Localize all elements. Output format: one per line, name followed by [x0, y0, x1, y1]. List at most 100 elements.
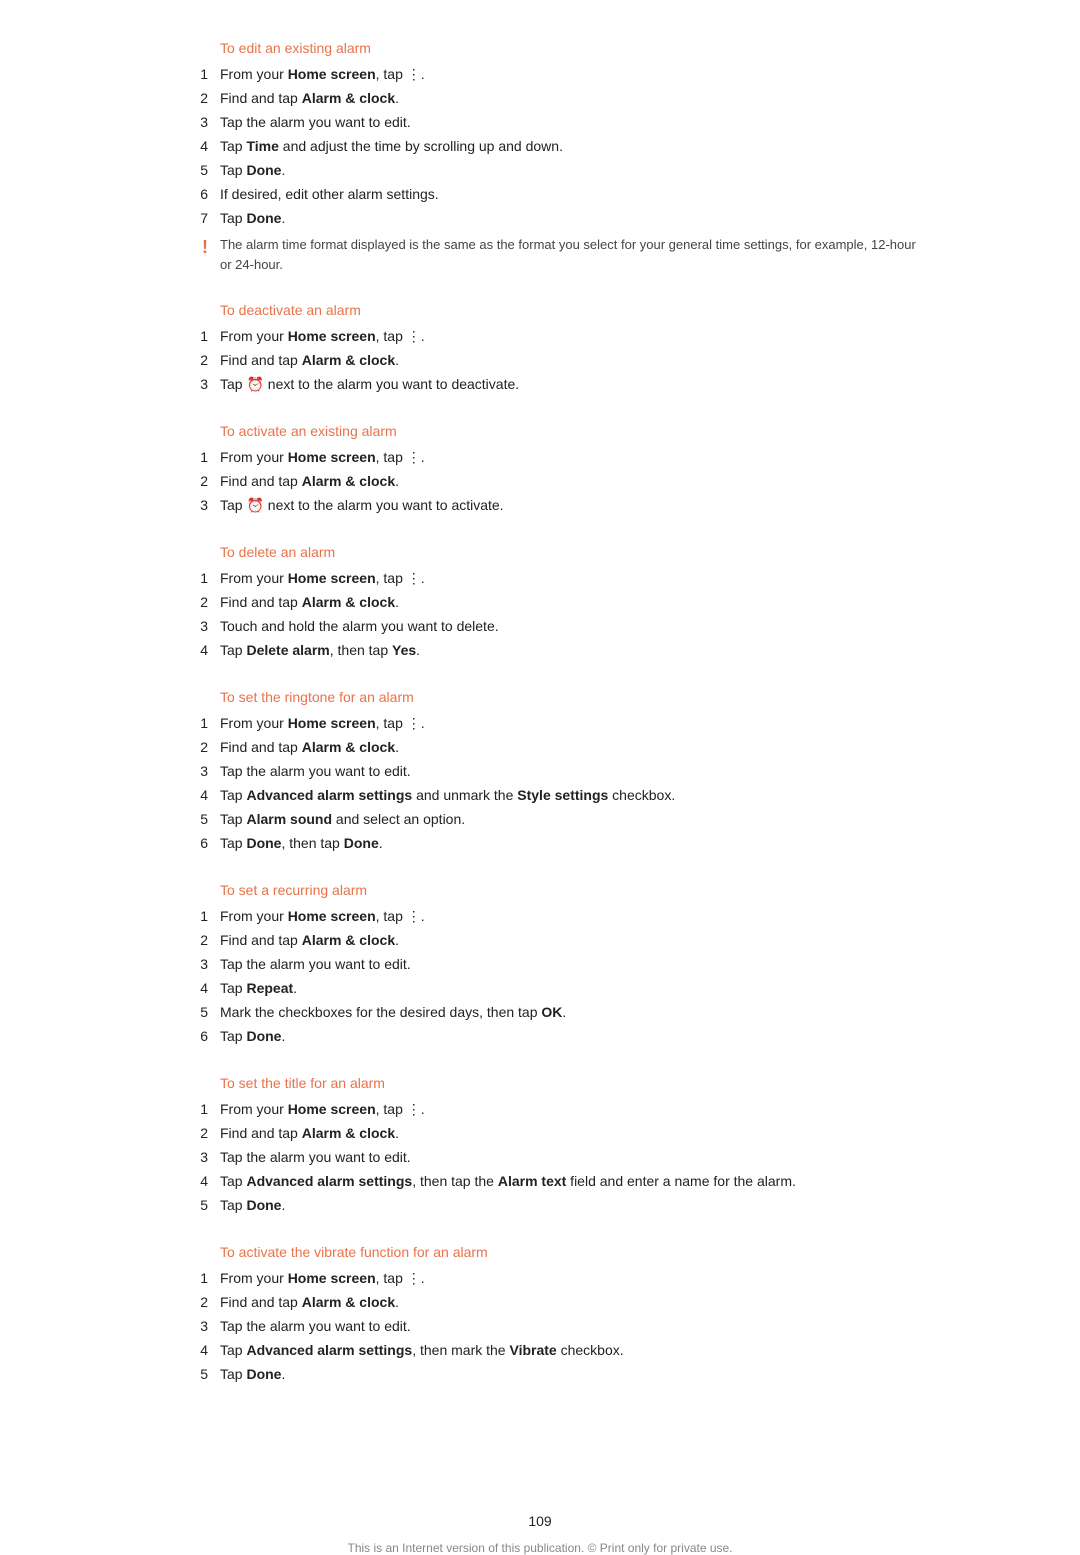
step-number: 4 — [160, 978, 220, 999]
step-number: 2 — [160, 1123, 220, 1144]
step-text: Tap Delete alarm, then tap Yes. — [220, 640, 920, 661]
step-item: 3Tap the alarm you want to edit. — [160, 954, 920, 975]
page-content: To edit an existing alarm1From your Home… — [160, 0, 920, 1473]
step-list: 1From your Home screen, tap ⋮.2Find and … — [160, 1268, 920, 1385]
step-text: Tap Advanced alarm settings and unmark t… — [220, 785, 920, 806]
step-number: 4 — [160, 136, 220, 157]
step-text: Tap the alarm you want to edit. — [220, 954, 920, 975]
step-text: From your Home screen, tap ⋮. — [220, 906, 920, 927]
section-edit-alarm: To edit an existing alarm1From your Home… — [160, 40, 920, 274]
step-number: 2 — [160, 930, 220, 951]
step-item: 3Tap the alarm you want to edit. — [160, 1316, 920, 1337]
step-text: From your Home screen, tap ⋮. — [220, 64, 920, 85]
step-item: 2Find and tap Alarm & clock. — [160, 471, 920, 492]
step-number: 5 — [160, 1002, 220, 1023]
section-ringtone-alarm: To set the ringtone for an alarm1From yo… — [160, 689, 920, 854]
step-text: Find and tap Alarm & clock. — [220, 88, 920, 109]
step-item: 4Tap Repeat. — [160, 978, 920, 999]
step-item: 3Touch and hold the alarm you want to de… — [160, 616, 920, 637]
step-item: 3Tap ⏰ next to the alarm you want to dea… — [160, 374, 920, 395]
section-title: To set the ringtone for an alarm — [220, 689, 920, 705]
step-item: 1From your Home screen, tap ⋮. — [160, 64, 920, 85]
section-title: To delete an alarm — [220, 544, 920, 560]
step-item: 4Tap Advanced alarm settings, then tap t… — [160, 1171, 920, 1192]
step-item: 1From your Home screen, tap ⋮. — [160, 1099, 920, 1120]
section-title: To activate an existing alarm — [220, 423, 920, 439]
step-item: 1From your Home screen, tap ⋮. — [160, 568, 920, 589]
step-item: 7Tap Done. — [160, 208, 920, 229]
step-number: 3 — [160, 761, 220, 782]
step-number: 1 — [160, 1099, 220, 1120]
step-number: 2 — [160, 88, 220, 109]
step-text: From your Home screen, tap ⋮. — [220, 1099, 920, 1120]
step-list: 1From your Home screen, tap ⋮. 2Find and … — [160, 1099, 920, 1216]
section-title: To activate the vibrate function for an … — [220, 1244, 920, 1260]
step-item: 2Find and tap Alarm & clock. — [160, 592, 920, 613]
step-text: Tap Done. — [220, 1195, 920, 1216]
step-text: From your Home screen, tap ⋮. — [220, 447, 920, 468]
step-item: 1From your Home screen, tap ⋮. — [160, 326, 920, 347]
step-text: Find and tap Alarm & clock. — [220, 350, 920, 371]
step-item: 3Tap ⏰ next to the alarm you want to act… — [160, 495, 920, 516]
step-text: Tap the alarm you want to edit. — [220, 1316, 920, 1337]
section-delete-alarm: To delete an alarm 1From your Home screen… — [160, 544, 920, 661]
step-item: 2Find and tap Alarm & clock. — [160, 1292, 920, 1313]
step-text: Touch and hold the alarm you want to del… — [220, 616, 920, 637]
step-text: From your Home screen, tap ⋮. — [220, 1268, 920, 1289]
step-item: 1From your Home screen, tap ⋮. — [160, 447, 920, 468]
section-vibrate-alarm: To activate the vibrate function for an … — [160, 1244, 920, 1385]
step-text: Tap the alarm you want to edit. — [220, 112, 920, 133]
step-number: 3 — [160, 954, 220, 975]
step-number: 5 — [160, 809, 220, 830]
step-text: Tap Advanced alarm settings, then tap th… — [220, 1171, 920, 1192]
step-number: 4 — [160, 640, 220, 661]
step-text: Find and tap Alarm & clock. — [220, 471, 920, 492]
step-text: Tap ⏰ next to the alarm you want to deac… — [220, 374, 920, 395]
page-footer: 109This is an Internet version of this p… — [160, 1513, 920, 1555]
step-number: 3 — [160, 1316, 220, 1337]
section-recurring-alarm: To set a recurring alarm1From your Home … — [160, 882, 920, 1047]
step-item: 4Tap Time and adjust the time by scrolli… — [160, 136, 920, 157]
step-item: 6Tap Done, then tap Done. — [160, 833, 920, 854]
step-text: Find and tap Alarm & clock. — [220, 592, 920, 613]
step-number: 2 — [160, 1292, 220, 1313]
step-item: 2Find and tap Alarm & clock. — [160, 1123, 920, 1144]
step-item: 1From your Home screen, tap ⋮. — [160, 906, 920, 927]
step-item: 5Tap Done. — [160, 1195, 920, 1216]
step-item: 4Tap Advanced alarm settings and unmark … — [160, 785, 920, 806]
note: !The alarm time format displayed is the … — [170, 235, 920, 274]
step-text: Tap ⏰ next to the alarm you want to acti… — [220, 495, 920, 516]
section-title: To set a recurring alarm — [220, 882, 920, 898]
step-text: From your Home screen, tap ⋮. — [220, 568, 920, 589]
step-number: 1 — [160, 1268, 220, 1289]
step-text: Tap Time and adjust the time by scrollin… — [220, 136, 920, 157]
step-number: 6 — [160, 833, 220, 854]
note-text: The alarm time format displayed is the s… — [220, 235, 920, 274]
step-number: 1 — [160, 906, 220, 927]
step-text: Tap Done, then tap Done. — [220, 833, 920, 854]
step-item: 3Tap the alarm you want to edit. — [160, 112, 920, 133]
section-title: To edit an existing alarm — [220, 40, 920, 56]
step-item: 1From your Home screen, tap ⋮. — [160, 1268, 920, 1289]
step-number: 3 — [160, 374, 220, 395]
step-number: 1 — [160, 447, 220, 468]
step-list: 1From your Home screen, tap ⋮.2Find and … — [160, 326, 920, 395]
step-item: 3Tap the alarm you want to edit. — [160, 1147, 920, 1168]
step-text: If desired, edit other alarm settings. — [220, 184, 920, 205]
step-item: 5Tap Alarm sound and select an option. — [160, 809, 920, 830]
section-deactivate-alarm: To deactivate an alarm 1From your Home sc… — [160, 302, 920, 395]
step-text: Find and tap Alarm & clock. — [220, 1292, 920, 1313]
section-title: To deactivate an alarm — [220, 302, 920, 318]
step-number: 5 — [160, 160, 220, 181]
step-text: Tap Advanced alarm settings, then mark t… — [220, 1340, 920, 1361]
step-number: 1 — [160, 64, 220, 85]
step-number: 1 — [160, 326, 220, 347]
step-number: 6 — [160, 1026, 220, 1047]
step-number: 4 — [160, 1340, 220, 1361]
note-icon: ! — [170, 235, 220, 274]
step-number: 5 — [160, 1195, 220, 1216]
step-text: Tap Alarm sound and select an option. — [220, 809, 920, 830]
step-text: Tap Repeat. — [220, 978, 920, 999]
step-text: Find and tap Alarm & clock. — [220, 737, 920, 758]
step-number: 3 — [160, 616, 220, 637]
